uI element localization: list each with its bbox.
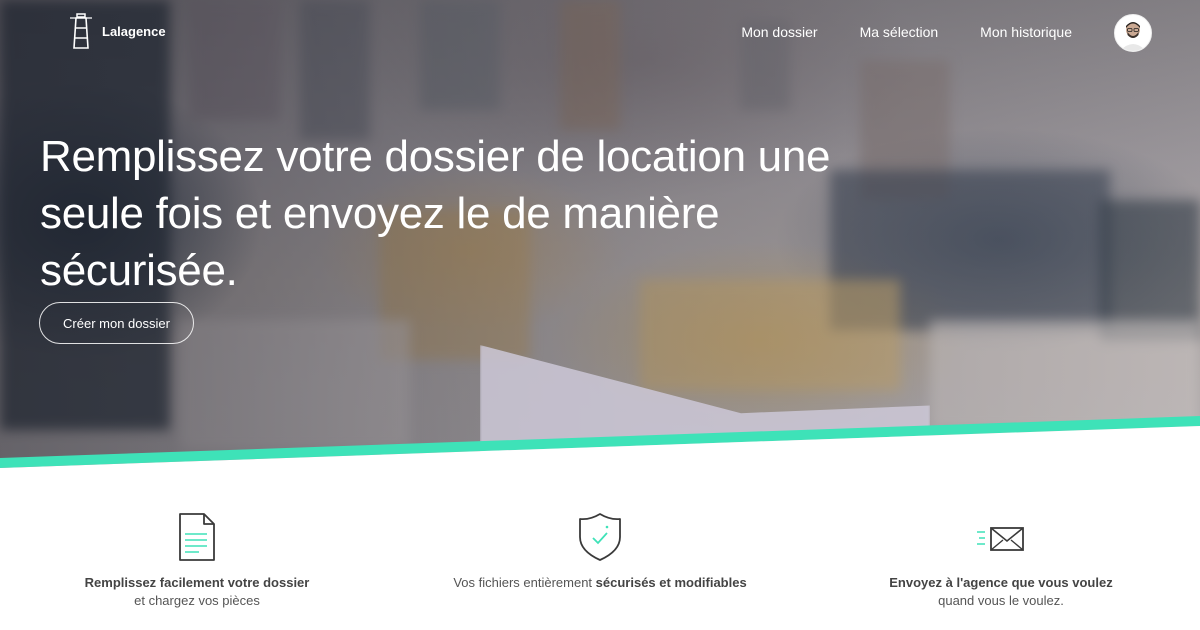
lighthouse-icon	[70, 13, 92, 49]
envelope-icon	[977, 527, 1024, 551]
shield-check-icon	[579, 513, 621, 561]
user-avatar[interactable]	[1114, 14, 1152, 52]
nav-item-mon-historique[interactable]: Mon historique	[980, 24, 1072, 40]
main-nav: Mon dossier Ma sélection Mon historique	[741, 24, 1072, 40]
feature-2-title: sécurisés et modifiables	[595, 575, 747, 590]
feature-2-prefix: Vos fichiers entièrement	[453, 575, 596, 590]
nav-item-mon-dossier[interactable]: Mon dossier	[741, 24, 817, 40]
brand-name: Lalagence	[102, 23, 166, 39]
create-dossier-button[interactable]: Créer mon dossier	[39, 302, 194, 344]
feature-1-text: et chargez vos pièces	[134, 593, 260, 608]
feature-fill-dossier: Remplissez facilement votre dossier et c…	[27, 512, 367, 610]
feature-1-title: Remplissez facilement votre dossier	[84, 575, 310, 590]
brand-logo[interactable]: Lalagence	[66, 12, 166, 50]
feature-secure-files: Vos fichiers entièrement sécurisés et mo…	[430, 512, 770, 592]
feature-3-title: Envoyez à l'agence que vous voulez	[889, 575, 1113, 590]
nav-item-ma-selection[interactable]: Ma sélection	[860, 24, 939, 40]
feature-3-text: quand vous le voulez.	[938, 593, 1064, 608]
hero-headline: Remplissez votre dossier de location une…	[40, 132, 831, 295]
feature-send-agency: Envoyez à l'agence que vous voulez quand…	[831, 512, 1171, 610]
document-icon	[179, 513, 215, 561]
